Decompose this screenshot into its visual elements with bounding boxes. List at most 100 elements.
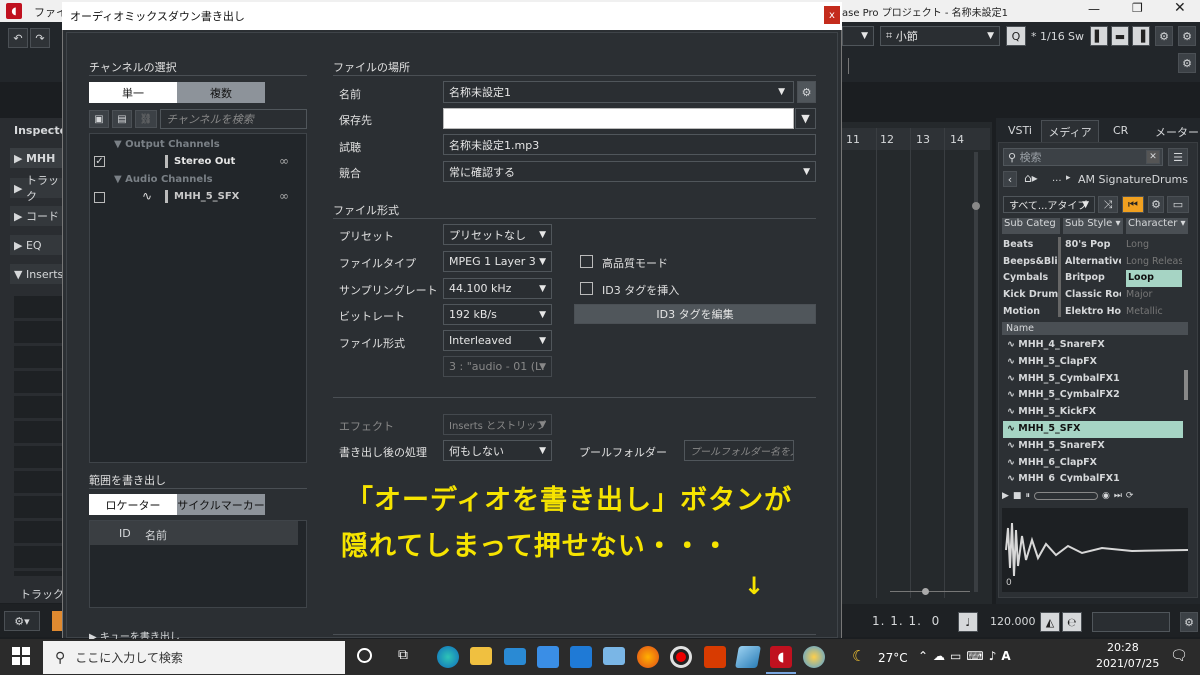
snap-type-select[interactable]: ▼ xyxy=(842,26,874,46)
bitrate-select[interactable]: 192 kB/s ▼ xyxy=(443,304,552,325)
list-item[interactable]: Britpop xyxy=(1065,270,1121,287)
gear-icon[interactable]: ⚙ xyxy=(1148,196,1164,213)
volume-icon[interactable]: ◉ xyxy=(1102,491,1110,501)
path-dropdown-button[interactable]: ▼ xyxy=(795,108,816,129)
select-all-icon[interactable]: ▣ xyxy=(89,110,109,128)
track-tab[interactable]: トラック xyxy=(20,586,64,602)
cortana-icon[interactable] xyxy=(357,648,372,663)
firefox-icon[interactable] xyxy=(637,646,659,668)
path-ellipsis[interactable]: ... xyxy=(1052,173,1062,184)
home-icon[interactable]: ⌂▸ xyxy=(1024,171,1038,185)
quantize-toggle[interactable]: Q xyxy=(1006,26,1026,46)
back-button[interactable]: ‹ xyxy=(1003,171,1017,187)
list-view-icon[interactable]: ☰ xyxy=(1168,148,1188,166)
deselect-icon[interactable]: ▤ xyxy=(112,110,132,128)
layout-icon[interactable]: ▭ xyxy=(1167,196,1189,213)
list-item[interactable]: Cymbals xyxy=(1003,270,1059,287)
notification-icon[interactable]: 🗨 xyxy=(1170,648,1188,664)
tray-icons[interactable]: ⌃☁▭⌨♪A xyxy=(918,649,1016,663)
auto-play-icon[interactable]: ⏭ xyxy=(1114,491,1122,501)
after-export-select[interactable]: 何もしない ▼ xyxy=(443,440,552,461)
transport-gear-icon[interactable]: ⚙ xyxy=(1180,612,1198,632)
settings-gear-icon[interactable]: ⚙ xyxy=(1178,26,1196,46)
range-col-id[interactable]: ID xyxy=(119,527,131,540)
samplerate-select[interactable]: 44.100 kHz ▼ xyxy=(443,278,552,299)
list-item[interactable]: Metallic xyxy=(1126,304,1182,321)
track-checkbox[interactable] xyxy=(94,192,105,203)
pool-folder-input[interactable]: プールフォルダー名を入. xyxy=(684,440,794,461)
office-icon[interactable] xyxy=(704,646,726,668)
loop-icon[interactable]: ⟳ xyxy=(1126,491,1134,501)
sync-icon[interactable]: ℮ xyxy=(1062,612,1082,632)
list-item[interactable]: Long xyxy=(1126,237,1182,254)
table-row-selected[interactable]: ∿ MHH_5_SFX xyxy=(1003,420,1183,438)
task-view-icon[interactable]: ⧉ xyxy=(398,647,408,663)
mail-icon[interactable] xyxy=(504,648,526,665)
paint-icon[interactable] xyxy=(803,646,825,668)
edge-icon[interactable] xyxy=(437,646,459,668)
inspector-track-header[interactable]: ▶ MHH xyxy=(10,148,65,168)
gear-icon[interactable]: ⚙ xyxy=(1155,26,1173,46)
weather-icon[interactable]: ☾ xyxy=(852,647,865,665)
channel-search-input[interactable]: チャンネルを検索 xyxy=(160,109,307,129)
table-row[interactable]: ∿ MHH_5_ClapFX xyxy=(1003,354,1183,371)
high-quality-checkbox[interactable] xyxy=(580,255,593,268)
table-row[interactable]: ∿ MHH_5_CymbalFX1 xyxy=(1003,371,1183,388)
clock-time[interactable]: 20:28 xyxy=(1107,641,1139,654)
scroll-thumb[interactable] xyxy=(972,202,980,210)
list-item[interactable]: Beats xyxy=(1003,237,1059,254)
layout-left-icon[interactable]: ▌ xyxy=(1090,26,1108,46)
table-row[interactable]: ∿ MHH_5_CymbalFX2 xyxy=(1003,387,1183,404)
tab-cr[interactable]: CR xyxy=(1113,124,1128,137)
list-item[interactable]: Elektro Hou xyxy=(1065,304,1121,321)
shuffle-icon[interactable]: ⤨ xyxy=(1098,196,1118,213)
cubase-taskbar-icon[interactable]: ◖ xyxy=(770,646,792,668)
preset-select[interactable]: プリセットなし ▼ xyxy=(443,224,552,245)
single-toggle[interactable]: 単一 xyxy=(89,82,177,103)
results-scrollbar[interactable] xyxy=(1184,370,1188,400)
transport-settings-icon[interactable]: ⚙▾ xyxy=(4,611,40,631)
id3-edit-button[interactable]: ID3 タグを編集 xyxy=(574,304,816,324)
inspector-item-chord[interactable]: ▶ コード xyxy=(10,206,65,226)
output-channels-group[interactable]: ▼ Output Channels xyxy=(114,139,220,150)
locator-toggle[interactable]: ロケーター xyxy=(89,494,177,515)
file-name-input[interactable]: 名称未設定1 ▼ xyxy=(443,81,794,103)
windows-start-icon[interactable] xyxy=(12,647,30,665)
list-item[interactable]: 80's Pop xyxy=(1065,237,1121,254)
col-header-subcategory[interactable]: Sub Categ xyxy=(1002,218,1060,234)
settings-gear-icon-2[interactable]: ⚙ xyxy=(1178,53,1196,73)
clock-date[interactable]: 2021/07/25 xyxy=(1096,657,1159,670)
list-item[interactable]: Long Releas xyxy=(1126,254,1182,271)
table-row[interactable]: ∿ MHH_5_KickFX xyxy=(1003,404,1183,421)
list-item[interactable]: Beeps&Blip xyxy=(1003,254,1059,271)
list-item[interactable]: Major xyxy=(1126,287,1182,304)
zoom-thumb[interactable] xyxy=(922,588,929,595)
list-item[interactable]: Kick Drum xyxy=(1003,287,1059,304)
col-header-character[interactable]: Character ▾ xyxy=(1126,218,1188,234)
layout-bottom-icon[interactable]: ▬ xyxy=(1111,26,1129,46)
marker-field[interactable] xyxy=(1092,612,1170,632)
range-col-name[interactable]: 名前 xyxy=(145,527,167,543)
list-item[interactable]: Classic Roc xyxy=(1065,287,1121,304)
stop-icon[interactable]: ■ xyxy=(1013,491,1022,501)
col-header-substyle[interactable]: Sub Style ▾ xyxy=(1063,218,1123,234)
list-item[interactable]: Alternative xyxy=(1065,254,1121,271)
grid-value[interactable]: * 1/16 xyxy=(1031,30,1065,43)
stereo-out-checkbox[interactable]: ✓ xyxy=(94,156,105,167)
vertical-scrollbar[interactable] xyxy=(974,152,978,592)
metronome-icon[interactable]: ♩ xyxy=(958,612,978,632)
inspector-item-eq[interactable]: ▶ EQ xyxy=(10,235,65,255)
tempo-display[interactable]: 120.000 xyxy=(990,615,1036,628)
path-input[interactable] xyxy=(443,108,794,129)
list-item-selected[interactable]: Loop xyxy=(1126,270,1182,288)
zoom-slider[interactable] xyxy=(890,591,970,592)
conflict-select[interactable]: 常に確認する ▼ xyxy=(443,161,816,182)
type-filter-select[interactable]: すべて...アタイプ ▼ xyxy=(1003,196,1095,213)
redo-button[interactable]: ↷ xyxy=(30,28,50,48)
photos-icon[interactable] xyxy=(570,646,592,668)
table-row[interactable]: ∿ MHH_4_SnareFX xyxy=(1003,337,1183,354)
table-row[interactable]: ∿ MHH_5_SnareFX xyxy=(1003,438,1183,455)
table-row[interactable]: ∿ MHH_6_ClapFX xyxy=(1003,455,1183,472)
cycle-marker-toggle[interactable]: サイクルマーカー xyxy=(177,494,265,515)
maximize-button[interactable]: ❐ xyxy=(1132,1,1143,15)
